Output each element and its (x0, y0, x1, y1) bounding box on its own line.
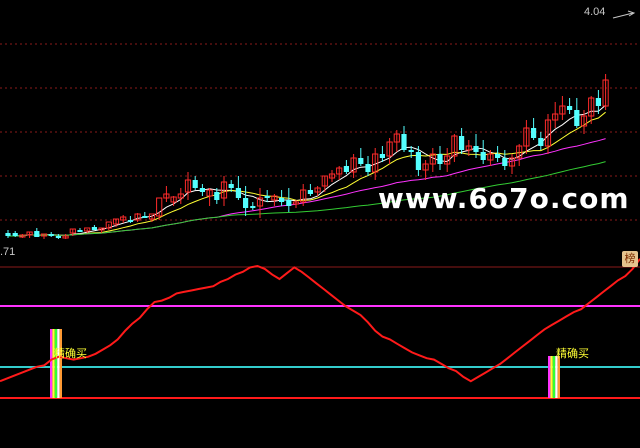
price-high-label: 4.04 (584, 6, 606, 18)
candle-body (5, 233, 11, 236)
candle-body (437, 154, 443, 164)
candle-body (365, 164, 371, 172)
buy-signal-bar (52, 329, 55, 398)
buy-signal-bar (550, 356, 553, 398)
buy-signal-bar (54, 329, 58, 398)
candle-body (77, 230, 83, 232)
candle-body (531, 128, 537, 138)
candle-body (343, 166, 349, 172)
buy-signal-bar (555, 356, 558, 398)
candle-body (243, 198, 249, 208)
arrow-icon (612, 5, 636, 24)
candle-body (567, 106, 573, 110)
chart-canvas[interactable]: 4.04 .71 榜 www.6o7o.com 精确买 精确买 (0, 0, 640, 444)
rank-badge-button[interactable]: 榜 (622, 251, 638, 267)
buy-signal-label: 精确买 (54, 347, 87, 360)
candle-body (307, 190, 313, 194)
candle-body (502, 158, 508, 166)
candle-body (595, 98, 601, 106)
buy-signal-bar (552, 356, 556, 398)
candle-body (12, 233, 18, 236)
price-low-label: .71 (0, 246, 16, 258)
oscillator-line (0, 258, 640, 383)
candle-body (199, 188, 205, 192)
candle-body (142, 216, 148, 218)
watermark-text: www.6o7o.com (378, 182, 630, 215)
buy-signal-bar (57, 329, 60, 398)
candle-body (459, 136, 465, 150)
candle-body (480, 152, 486, 160)
candle-body (48, 234, 54, 236)
buy-signal-bar (548, 356, 551, 398)
candle-body (55, 236, 61, 238)
buy-signal-bar (50, 329, 53, 398)
candle-body (286, 200, 292, 206)
candle-body (408, 150, 414, 152)
candle-body (127, 220, 133, 222)
buy-signal-bar (557, 356, 560, 398)
ma-line (8, 104, 606, 237)
candle-body (401, 134, 407, 150)
candle-body (379, 154, 385, 158)
candle-body (473, 146, 479, 152)
moving-average-lines (8, 104, 606, 237)
buy-signal-label: 精确买 (556, 347, 589, 360)
candle-body (279, 198, 285, 202)
candle-body (574, 110, 580, 126)
candle-body (235, 188, 241, 198)
buy-signal-bar (59, 329, 62, 398)
indicator-levels (0, 305, 640, 399)
candle-body (250, 206, 256, 208)
candle-body (192, 180, 198, 188)
candle-body (415, 152, 421, 170)
candle-body (214, 192, 220, 200)
candle-body (358, 158, 364, 164)
ma-line (8, 111, 606, 237)
candle-body (228, 184, 234, 188)
candle-body (264, 196, 270, 198)
buy-signal-bars (50, 329, 560, 398)
candle-body (495, 154, 501, 158)
candle-body (91, 227, 97, 230)
kline-chart (0, 43, 640, 399)
candle-body (538, 138, 544, 146)
candle-body (34, 231, 40, 237)
